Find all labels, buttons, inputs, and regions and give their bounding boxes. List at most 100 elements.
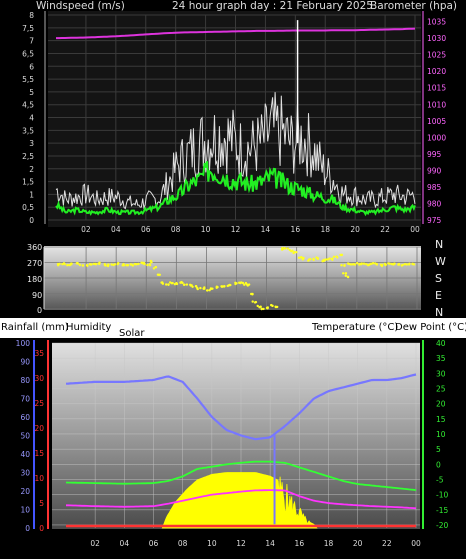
- rain-tick: 0: [39, 524, 44, 533]
- direction-point: [292, 251, 295, 255]
- top-x-tick: 00: [410, 225, 420, 234]
- direction-point: [137, 262, 140, 266]
- bottom-x-tick: 00: [411, 539, 421, 548]
- direction-point: [284, 247, 287, 250]
- direction-point: [258, 306, 261, 309]
- direction-point: [307, 259, 310, 262]
- direction-point: [215, 285, 218, 288]
- dir-tick-270: 270: [27, 259, 42, 268]
- direction-point: [69, 263, 73, 266]
- dir-tick-360: 360: [27, 243, 42, 252]
- direction-point: [196, 287, 199, 291]
- wind-tick-label: 4,5: [22, 101, 34, 110]
- direction-point: [328, 257, 331, 260]
- compass-w: W: [435, 255, 446, 268]
- bottom-x-tick: 06: [149, 539, 159, 548]
- bottom-x-tick: 18: [324, 539, 334, 548]
- direction-point: [265, 306, 269, 310]
- direction-point: [251, 293, 254, 296]
- direction-point: [220, 285, 223, 288]
- direction-point: [167, 283, 170, 286]
- windspeed-axis-label: Windspeed (m/s): [36, 0, 125, 12]
- direction-point: [392, 263, 395, 266]
- direction-point: [161, 281, 164, 284]
- direction-point: [253, 301, 257, 304]
- direction-point: [332, 255, 336, 258]
- direction-point: [324, 258, 327, 261]
- temperature-tick: 30: [436, 369, 446, 378]
- direction-point: [154, 266, 158, 269]
- direction-point: [141, 262, 145, 265]
- wind-tick-label: 3,5: [22, 126, 34, 135]
- weather-graph: Windspeed (m/s) 24 hour graph day : 21 F…: [0, 0, 466, 555]
- baro-tick-label: 1030: [427, 34, 446, 43]
- wind-tick-label: 1: [29, 190, 34, 199]
- direction-point: [189, 283, 192, 286]
- chart-title: 24 hour graph day : 21 February 2025: [172, 0, 373, 12]
- direction-point: [165, 283, 168, 286]
- direction-point: [297, 256, 301, 259]
- direction-point: [191, 285, 194, 288]
- rain-tick: 30: [34, 374, 44, 383]
- direction-point: [131, 264, 134, 267]
- direction-point: [175, 281, 178, 285]
- top-x-tick: 14: [261, 225, 271, 234]
- rain-tick: 35: [34, 349, 44, 358]
- baro-tick-label: 1015: [427, 84, 446, 93]
- temperature-tick: 40: [436, 339, 446, 348]
- bottom-x-tick: 04: [120, 539, 130, 548]
- baro-tick-label: 1005: [427, 117, 446, 126]
- dewpoint-axis-label: Dew Point (°C): [395, 322, 466, 333]
- temperature-tick: 15: [436, 415, 446, 424]
- direction-point: [125, 263, 128, 267]
- direction-point: [260, 307, 263, 311]
- top-x-tick: 04: [111, 225, 121, 234]
- top-x-tick: 08: [171, 225, 181, 234]
- direction-point: [241, 281, 245, 285]
- baro-tick-label: 1020: [427, 67, 446, 76]
- bottom-x-tick: 02: [90, 539, 100, 548]
- direction-point: [238, 281, 241, 284]
- direction-point: [375, 262, 378, 266]
- direction-point: [405, 263, 408, 266]
- direction-point: [121, 264, 124, 267]
- direction-point: [199, 286, 202, 290]
- baro-tick-label: 1000: [427, 133, 446, 142]
- bottom-x-tick: 14: [265, 539, 275, 548]
- top-x-tick: 22: [380, 225, 390, 234]
- baro-tick-label: 1035: [427, 18, 446, 27]
- direction-point: [384, 263, 387, 267]
- direction-point: [107, 263, 110, 266]
- direction-point: [342, 272, 345, 275]
- wind-tick-label: 5,5: [22, 75, 34, 84]
- wind-tick-label: 2,5: [22, 152, 34, 161]
- direction-point: [321, 260, 324, 263]
- temperature-tick: 35: [436, 354, 446, 363]
- direction-point: [183, 283, 186, 286]
- direction-point: [157, 273, 160, 276]
- top-x-tick: 06: [141, 225, 151, 234]
- weather-graph-page: Windspeed (m/s) 24 hour graph day : 21 F…: [0, 0, 466, 555]
- wind-tick-label: 3: [29, 139, 34, 148]
- dir-tick-90: 90: [32, 291, 42, 300]
- direction-point: [149, 259, 153, 263]
- direction-point: [302, 256, 305, 260]
- compass-e: E: [435, 289, 442, 302]
- wind-tick-label: 6: [29, 62, 34, 71]
- direction-point: [344, 272, 348, 275]
- wind-tick-label: 0,5: [22, 203, 34, 212]
- direction-point: [56, 262, 60, 266]
- direction-point: [206, 289, 209, 292]
- direction-point: [113, 263, 117, 266]
- direction-point: [274, 305, 278, 309]
- temperature-tick: -5: [436, 475, 444, 484]
- direction-point: [170, 282, 173, 285]
- compass-n-top: N: [435, 238, 443, 251]
- wind-tick-label: 4: [29, 114, 34, 123]
- direction-point: [116, 262, 120, 265]
- humidity-tick: 50: [20, 432, 30, 441]
- direction-point: [202, 287, 205, 290]
- direction-point: [247, 283, 251, 286]
- direction-point: [66, 263, 70, 267]
- humidity-tick: 100: [16, 339, 31, 348]
